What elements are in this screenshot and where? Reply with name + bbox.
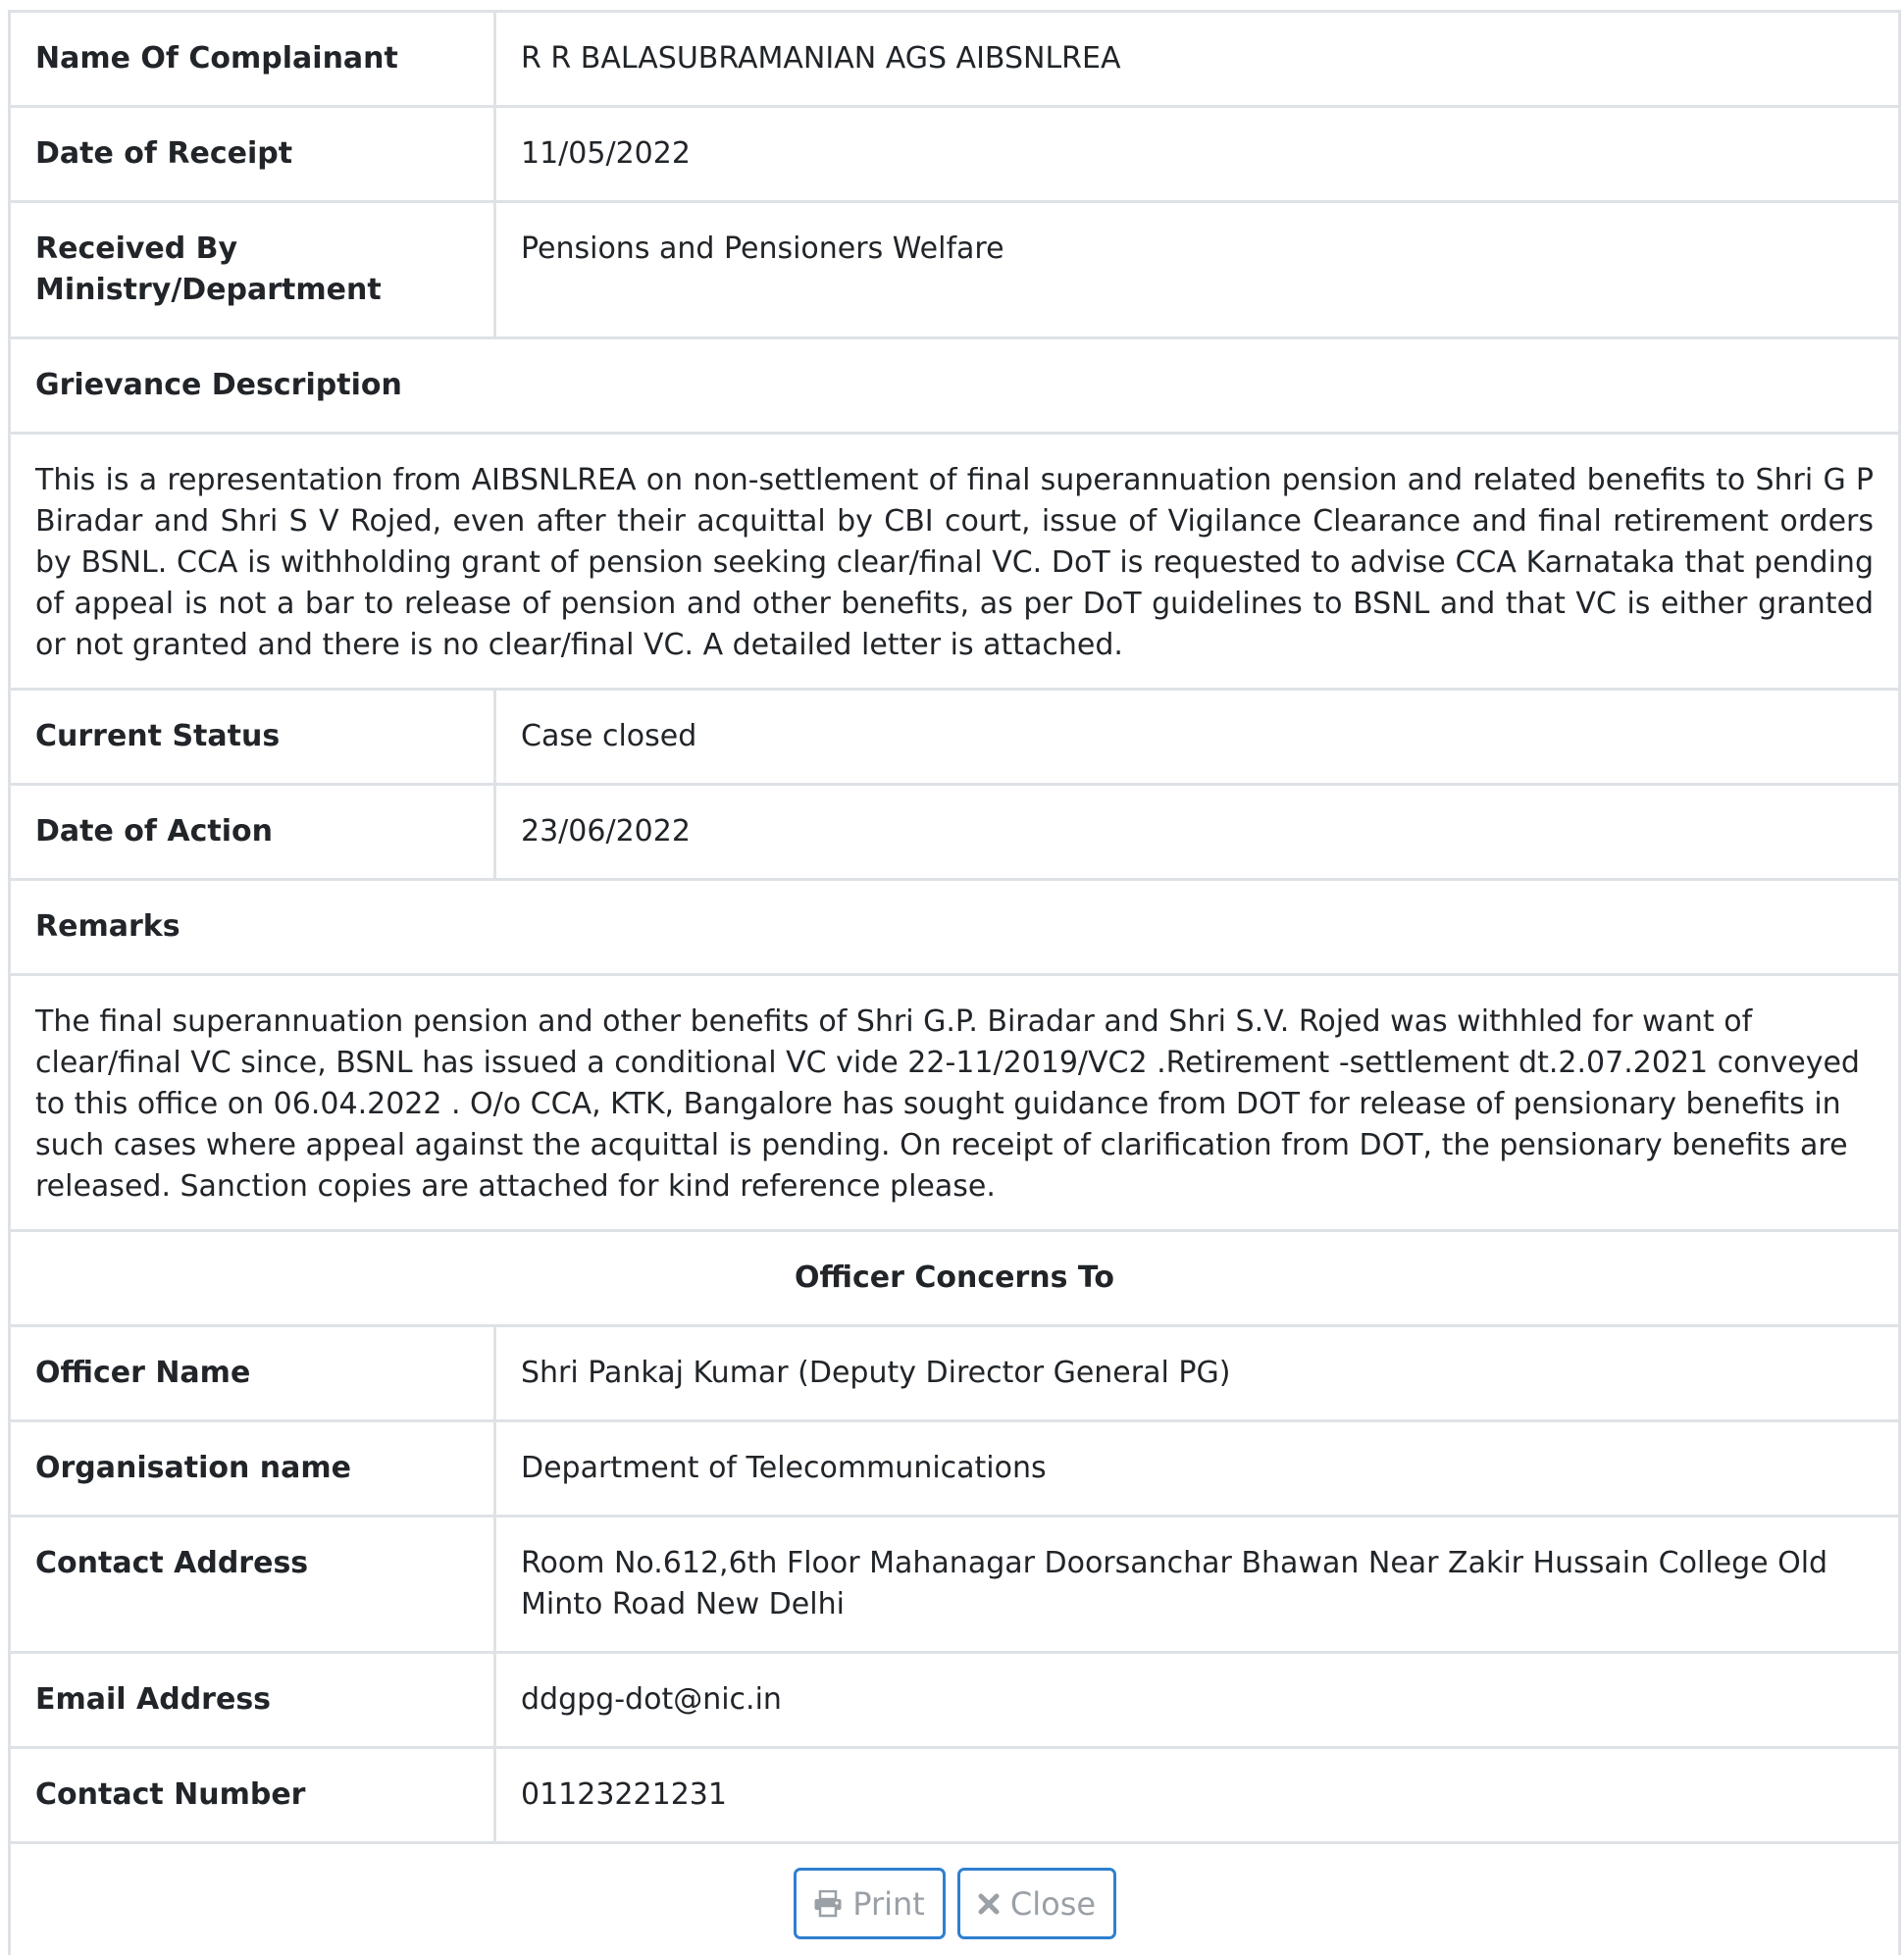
email-value: ddgpg-dot@nic.in — [494, 1652, 1898, 1749]
close-button-label: Close — [1009, 1884, 1097, 1923]
complainant-label: Name Of Complainant — [11, 13, 496, 108]
received-by-label-line1: Received By — [35, 232, 238, 266]
row-contact-number: Contact Number 01123221231 — [11, 1747, 1898, 1844]
grievance-details-panel: Name Of Complainant R R BALASUBRAMANIAN … — [8, 10, 1901, 1955]
status-label: Current Status — [11, 689, 496, 786]
grievance-details-table: Name Of Complainant R R BALASUBRAMANIAN … — [11, 13, 1898, 1844]
grievance-description-text: This is a representation from AIBSNLREA … — [11, 433, 1898, 691]
row-current-status: Current Status Case closed — [11, 689, 1898, 786]
phone-label: Contact Number — [11, 1747, 496, 1844]
organisation-value: Department of Telecommunications — [494, 1420, 1898, 1518]
row-grievance-heading: Grievance Description — [11, 337, 1898, 435]
receipt-label: Date of Receipt — [11, 106, 496, 203]
officer-name-value: Shri Pankaj Kumar (Deputy Director Gener… — [494, 1325, 1898, 1422]
status-value: Case closed — [494, 689, 1898, 786]
phone-value: 01123221231 — [494, 1747, 1898, 1844]
officer-name-label: Officer Name — [11, 1325, 496, 1422]
action-value: 23/06/2022 — [494, 784, 1898, 881]
row-grievance-text: This is a representation from AIBSNLREA … — [11, 433, 1898, 691]
row-organisation: Organisation name Department of Telecomm… — [11, 1420, 1898, 1518]
printer-icon — [813, 1889, 843, 1918]
print-button-label: Print — [852, 1884, 925, 1923]
row-remarks-heading: Remarks — [11, 879, 1898, 976]
officer-section-heading: Officer Concerns To — [11, 1230, 1898, 1327]
received-by-value: Pensions and Pensioners Welfare — [494, 201, 1898, 339]
remarks-text: The final superannuation pension and oth… — [11, 974, 1898, 1232]
email-label: Email Address — [11, 1652, 496, 1749]
row-contact-address: Contact Address Room No.612,6th Floor Ma… — [11, 1516, 1898, 1654]
row-date-of-action: Date of Action 23/06/2022 — [11, 784, 1898, 881]
close-icon — [977, 1892, 1001, 1916]
receipt-value: 11/05/2022 — [494, 106, 1898, 203]
address-label: Contact Address — [11, 1516, 496, 1654]
received-by-label: Received By Ministry/Department — [11, 201, 496, 339]
row-remarks-text: The final superannuation pension and oth… — [11, 974, 1898, 1232]
address-value: Room No.612,6th Floor Mahanagar Doorsanc… — [494, 1516, 1898, 1654]
action-label: Date of Action — [11, 784, 496, 881]
row-officer-heading: Officer Concerns To — [11, 1230, 1898, 1327]
row-date-of-receipt: Date of Receipt 11/05/2022 — [11, 106, 1898, 203]
row-officer-name: Officer Name Shri Pankaj Kumar (Deputy D… — [11, 1325, 1898, 1422]
row-complainant: Name Of Complainant R R BALASUBRAMANIAN … — [11, 13, 1898, 108]
complainant-value: R R BALASUBRAMANIAN AGS AIBSNLREA — [494, 13, 1898, 108]
print-button[interactable]: Print — [793, 1868, 946, 1939]
remarks-label: Remarks — [11, 879, 1898, 976]
action-bar: Print Close — [11, 1844, 1898, 1955]
received-by-label-line2: Ministry/Department — [35, 273, 382, 307]
row-received-by: Received By Ministry/Department Pensions … — [11, 201, 1898, 339]
close-button[interactable]: Close — [956, 1868, 1116, 1939]
row-email: Email Address ddgpg-dot@nic.in — [11, 1652, 1898, 1749]
organisation-label: Organisation name — [11, 1420, 496, 1518]
grievance-description-label: Grievance Description — [11, 337, 1898, 435]
